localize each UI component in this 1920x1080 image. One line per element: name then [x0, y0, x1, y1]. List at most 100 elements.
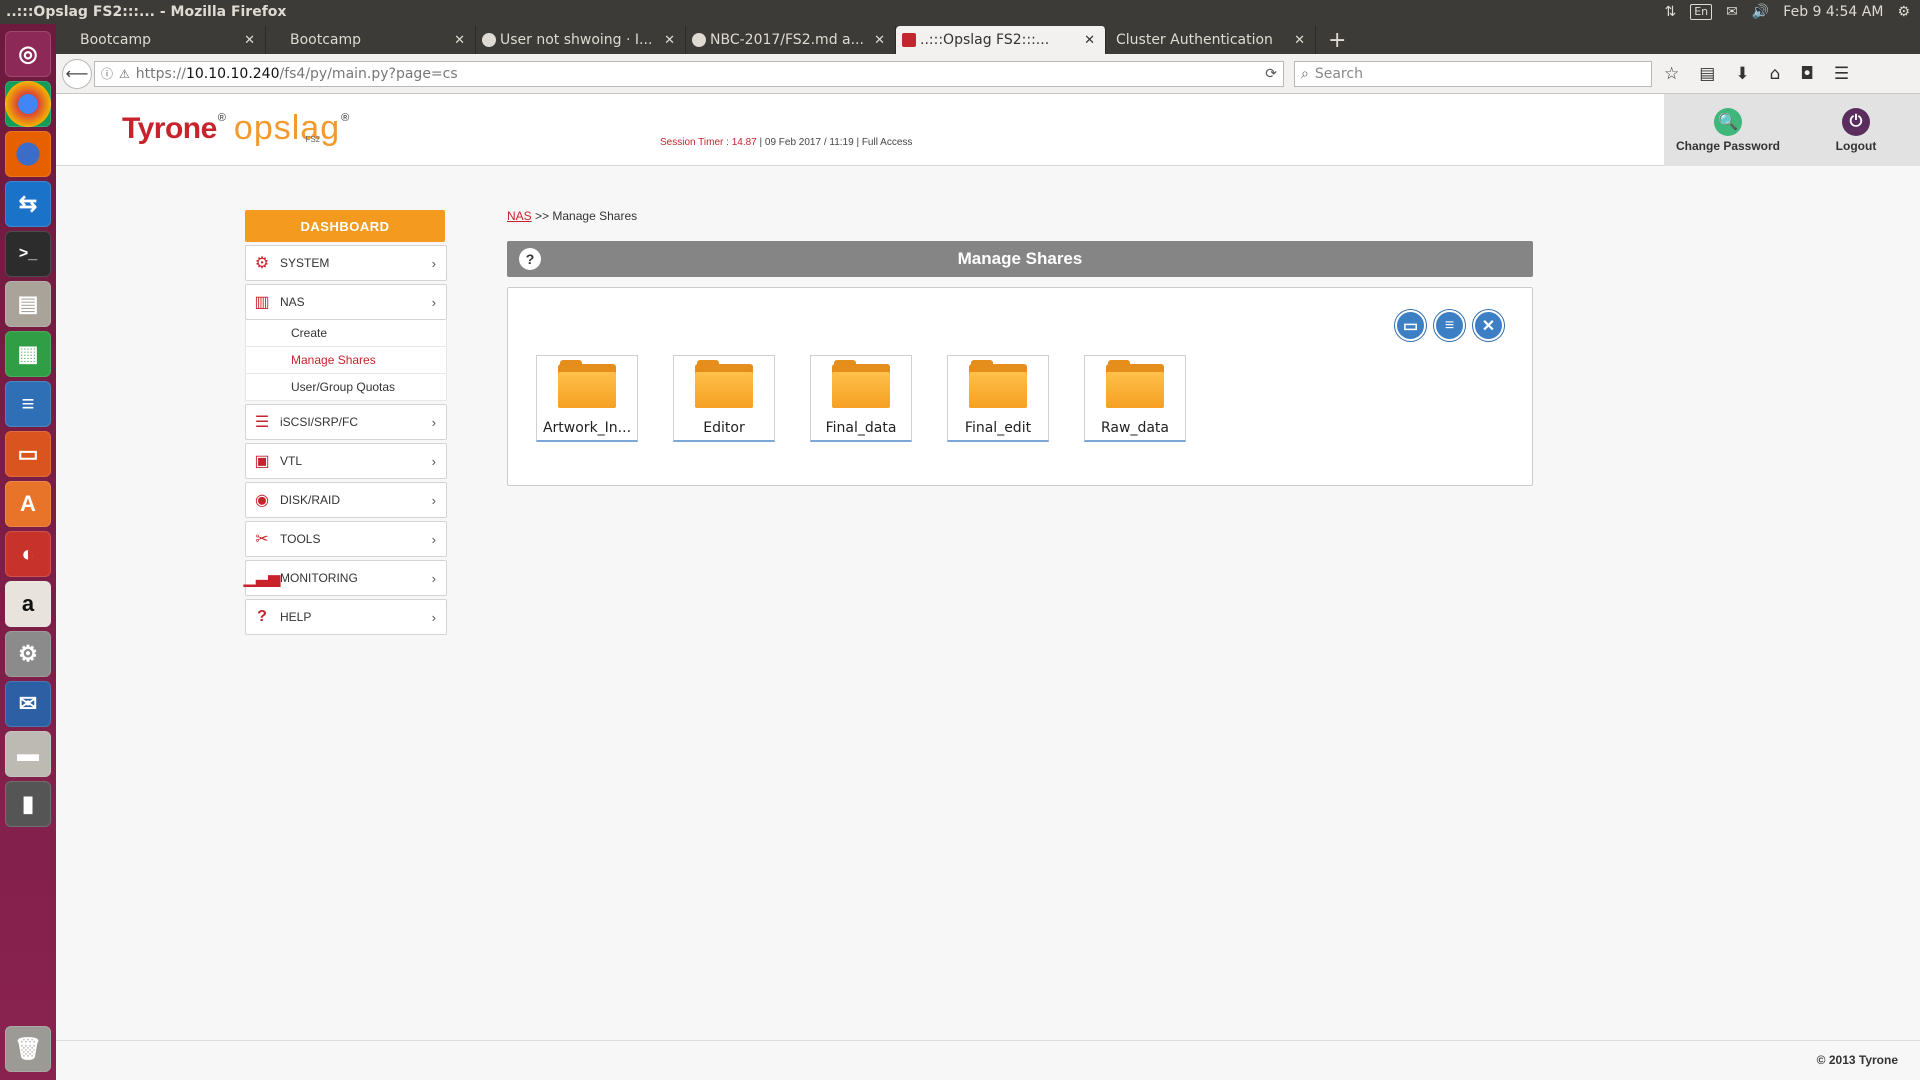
impress-icon[interactable]: ▭ [5, 431, 51, 477]
folder-icon [969, 360, 1027, 408]
nas-icon: ▥ [254, 294, 270, 311]
tyrone-opslag-logo[interactable]: Tyrone ® opslag FS2 ® [122, 111, 349, 146]
close-icon[interactable]: ✕ [874, 33, 885, 48]
calc-icon[interactable]: ▦ [5, 331, 51, 377]
logout-button[interactable]: ⏻ Logout [1792, 94, 1920, 166]
device-icon[interactable]: ▮ [5, 781, 51, 827]
sidebar-item-system[interactable]: ⚙ SYSTEM › [245, 245, 447, 281]
home-icon[interactable]: ⌂ [1770, 64, 1781, 84]
header-actions: 🔍 Change Password ⏻ Logout [1664, 94, 1920, 166]
firefox-icon[interactable] [5, 131, 51, 177]
close-icon[interactable]: ✕ [1294, 33, 1305, 48]
dashboard-button[interactable]: DASHBOARD [245, 210, 445, 242]
tab-label: NBC-2017/FS2.md a... [710, 32, 864, 48]
clock[interactable]: Feb 9 4:54 AM [1783, 4, 1883, 20]
pocket-icon[interactable]: ◘ [1800, 64, 1813, 84]
folder-icon [558, 360, 616, 408]
folder-icon [695, 360, 753, 408]
share-tile[interactable]: Final_data [810, 355, 912, 442]
tab-label: Cluster Authentication [1116, 32, 1273, 48]
tab-cluster-auth[interactable]: Cluster Authentication ✕ [1106, 26, 1316, 54]
submenu-item-user-group-quotas[interactable]: User/Group Quotas [246, 374, 446, 401]
tab-bar: Bootcamp ✕ Bootcamp ✕ User not shwoing ·… [56, 24, 1920, 54]
chevron-right-icon: › [431, 492, 436, 508]
url-text[interactable]: https://10.10.10.240/fs4/py/main.py?page… [136, 66, 1265, 82]
new-tab-button[interactable]: + [1316, 26, 1358, 54]
url-bar[interactable]: ⓘ ⚠ https://10.10.10.240/fs4/py/main.py?… [94, 60, 1284, 87]
reload-icon[interactable]: ⟳ [1265, 66, 1277, 82]
trash-icon[interactable]: 🗑 [5, 1026, 51, 1072]
info-icon[interactable]: ⓘ [101, 65, 113, 82]
tab-opslag[interactable]: ..:::Opslag FS2:::... ✕ [896, 26, 1106, 54]
help-icon[interactable]: ? [519, 248, 541, 270]
amazon-icon[interactable]: a [5, 581, 51, 627]
close-icon[interactable]: ✕ [244, 33, 255, 48]
breadcrumb-current: Manage Shares [552, 209, 638, 223]
tab-bootcamp-1[interactable]: Bootcamp ✕ [56, 26, 266, 54]
reading-list-icon[interactable]: ▤ [1699, 64, 1715, 84]
tab-bootcamp-2[interactable]: Bootcamp ✕ [266, 26, 476, 54]
close-icon[interactable]: ✕ [1084, 33, 1095, 48]
share-name: Editor [703, 420, 745, 436]
chevron-right-icon: › [431, 453, 436, 469]
sidebar-item-vtl[interactable]: ▣ VTL › [245, 443, 447, 479]
breadcrumb-link-nas[interactable]: NAS [507, 209, 532, 223]
folder-icon [832, 360, 890, 408]
volume-icon[interactable]: 🔊 [1752, 4, 1769, 20]
share-tile[interactable]: Artwork_In... [536, 355, 638, 442]
submenu-item-create[interactable]: Create [246, 320, 446, 347]
search-input[interactable]: ⌕ Search [1294, 60, 1652, 87]
app-icon[interactable]: ◐ [5, 531, 51, 577]
copyright-text: © 2013 Tyrone [1816, 1053, 1898, 1067]
chevron-right-icon: › [431, 531, 436, 547]
sidebar-item-iscsi[interactable]: ☰ iSCSI/SRP/FC › [245, 404, 447, 440]
chevron-right-icon: › [431, 414, 436, 430]
ubuntu-dash-icon[interactable]: ◎ [5, 31, 51, 77]
sidebar-item-nas[interactable]: ▥ NAS › [245, 284, 447, 320]
sidebar-item-help[interactable]: ? HELP › [245, 599, 447, 635]
close-icon[interactable]: ✕ [1473, 310, 1504, 341]
product-sub: FS2 [305, 135, 321, 144]
writer-icon[interactable]: ≡ [5, 381, 51, 427]
sidebar-item-tools[interactable]: ✂ TOOLS › [245, 521, 447, 557]
files-icon[interactable]: ▤ [5, 281, 51, 327]
back-button[interactable]: ⟵ [62, 58, 92, 89]
panel-header: ? Manage Shares [507, 241, 1533, 277]
server-icon: ☰ [254, 414, 270, 431]
thunderbird-icon[interactable]: ✉ [5, 681, 51, 727]
gear-icon[interactable]: ⚙ [1897, 4, 1910, 20]
share-tile[interactable]: Editor [673, 355, 775, 442]
terminal-icon[interactable]: >_ [5, 231, 51, 277]
key-icon: 🔍 [1714, 107, 1742, 136]
network-icon[interactable]: ⇅ [1664, 4, 1676, 20]
mail-icon[interactable]: ✉ [1726, 4, 1738, 20]
search-icon: ⌕ [1301, 65, 1309, 82]
menu-icon[interactable]: ☰ [1834, 64, 1849, 84]
close-icon[interactable]: ✕ [664, 33, 675, 48]
download-icon[interactable]: ⬇ [1735, 64, 1749, 84]
software-center-icon[interactable]: A [5, 481, 51, 527]
tab-github-issue[interactable]: User not shwoing · I... ✕ [476, 26, 686, 54]
bookmark-star-icon[interactable]: ☆ [1664, 64, 1679, 84]
share-tile[interactable]: Raw_data [1084, 355, 1186, 442]
brand-name: Tyrone [122, 112, 217, 145]
folder-icon [1106, 360, 1164, 408]
submenu-item-manage-shares[interactable]: Manage Shares [246, 347, 446, 374]
drive-icon[interactable]: ▬ [5, 731, 51, 777]
teamviewer-icon[interactable]: ⇆ [5, 181, 51, 227]
close-icon[interactable]: ✕ [454, 33, 465, 48]
sidebar-item-disk-raid[interactable]: ◉ DISK/RAID › [245, 482, 447, 518]
keyboard-layout-indicator[interactable]: En [1690, 4, 1713, 20]
sidebar-item-monitoring[interactable]: ▁▃▅ MONITORING › [244, 560, 447, 596]
settings-icon[interactable]: ⚙ [5, 631, 51, 677]
chevron-right-icon: › [431, 609, 436, 625]
change-password-button[interactable]: 🔍 Change Password [1664, 94, 1792, 166]
chrome-icon[interactable] [5, 81, 51, 127]
tab-github-md[interactable]: NBC-2017/FS2.md a... ✕ [686, 26, 896, 54]
system-top-panel: ..:::Opslag FS2:::... - Mozilla Firefox … [0, 0, 1920, 24]
warning-lock-icon[interactable]: ⚠ [119, 67, 130, 81]
list-view-icon[interactable]: ≡ [1434, 310, 1465, 341]
share-tile[interactable]: Final_edit [947, 355, 1049, 442]
open-folder-icon[interactable]: ▭ [1395, 310, 1426, 341]
chevron-right-icon: › [431, 570, 436, 586]
